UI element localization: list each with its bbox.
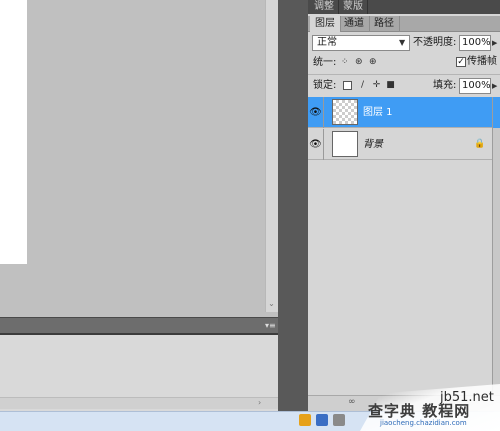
propagate-frame-checkbox[interactable]: ✓ — [456, 57, 466, 67]
chevron-down-icon[interactable]: ▼ — [399, 36, 409, 50]
layer-name[interactable]: 背景 — [363, 129, 383, 160]
lock-icon[interactable]: ■ — [385, 80, 396, 91]
lock-label: 锁定: — [313, 80, 337, 91]
lock-icon: 🔒 — [474, 139, 486, 149]
tab-masks[interactable]: 蒙版 — [339, 0, 368, 14]
fill-slider-arrow-icon[interactable]: ▶ — [492, 78, 500, 94]
fill-label: 填充: — [433, 80, 457, 91]
layers-scrollbar[interactable] — [492, 97, 500, 395]
fill-input[interactable]: 100% — [459, 78, 491, 94]
panel-menu-icon[interactable]: ▾≡ — [265, 322, 276, 330]
unify-position-icon[interactable]: ⁘ — [341, 57, 352, 68]
tray-icon[interactable] — [333, 414, 345, 426]
move-icon[interactable]: ✛ — [371, 80, 382, 91]
scrollbar-thumb[interactable] — [492, 97, 500, 128]
watermark-url: jiaocheng.chazidian.com — [380, 419, 467, 427]
scroll-down-arrow-icon[interactable]: ⌄ — [266, 298, 277, 309]
opacity-input[interactable]: 100% — [459, 35, 491, 51]
eye-icon[interactable]: 👁 — [308, 129, 324, 160]
canvas-vertical-scrollbar[interactable] — [265, 0, 278, 312]
lock-transparency-icon[interactable] — [343, 81, 352, 90]
propagate-frame-label: 传播帧 — [467, 56, 497, 67]
blend-mode-select[interactable]: 正常 — [312, 35, 410, 51]
opacity-slider-arrow-icon[interactable]: ▶ — [492, 35, 500, 51]
watermark-text: 查字典 教程网 — [368, 402, 471, 420]
canvas-area[interactable] — [0, 0, 278, 317]
tab-adjustments[interactable]: 调整 — [310, 0, 339, 14]
brush-icon[interactable]: / — [357, 80, 368, 91]
layer-thumbnail — [332, 131, 358, 157]
timeline-panel-titlebar — [0, 317, 278, 335]
layer-name[interactable]: 图层 1 — [363, 97, 393, 128]
link-icon[interactable]: ∞ — [348, 397, 356, 407]
layer-row-selected[interactable]: 👁 图层 1 — [308, 97, 492, 128]
unify-style-icon[interactable]: ⊕ — [369, 57, 380, 68]
layer-row[interactable]: 👁 背景 🔒 — [308, 129, 492, 160]
unify-visibility-icon[interactable]: ⊛ — [355, 57, 366, 68]
panel-gutter — [278, 0, 308, 411]
timeline-horizontal-scrollbar[interactable] — [0, 397, 278, 409]
opacity-label: 不透明度: — [413, 37, 457, 48]
document-canvas[interactable] — [0, 0, 27, 264]
divider — [308, 74, 500, 75]
layer-thumbnail — [332, 99, 358, 125]
tray-icon[interactable] — [316, 414, 328, 426]
eye-icon[interactable]: 👁 — [308, 97, 324, 128]
scroll-right-arrow-icon[interactable]: › — [258, 398, 268, 408]
unify-label: 统一: — [313, 57, 337, 68]
tray-icon[interactable] — [299, 414, 311, 426]
tab-paths[interactable]: 路径 — [369, 16, 400, 32]
tab-layers[interactable]: 图层 — [310, 16, 341, 32]
tab-channels[interactable]: 通道 — [339, 16, 370, 32]
